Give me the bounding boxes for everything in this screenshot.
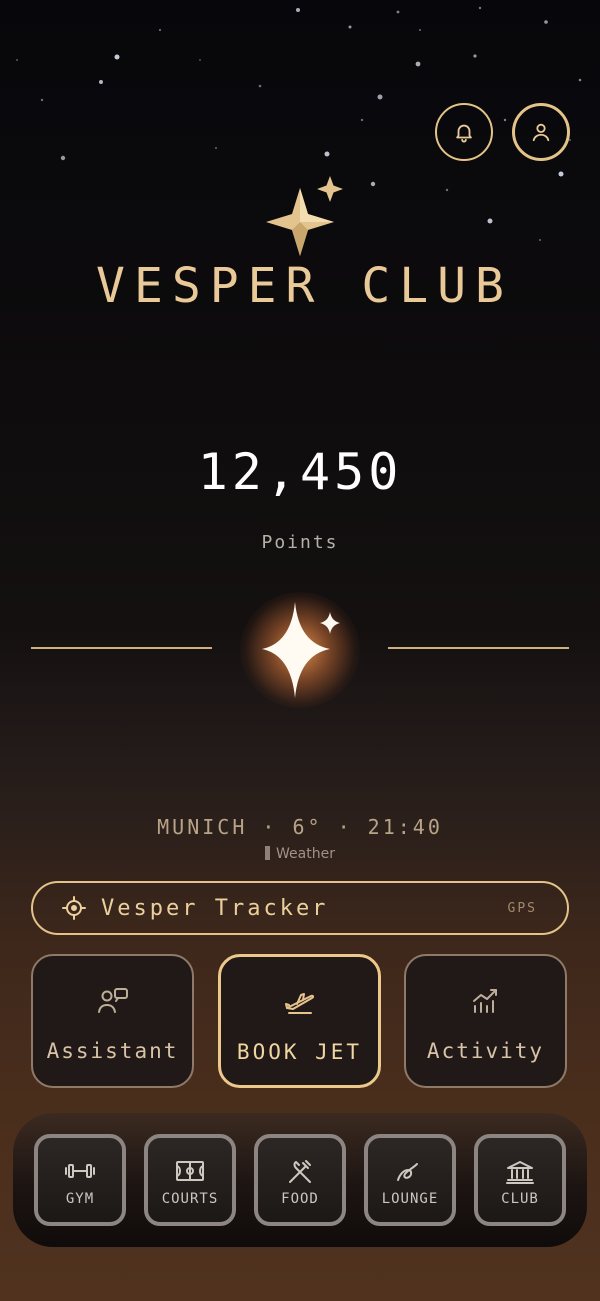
activity-label: Activity xyxy=(426,1039,545,1063)
tracker-label: Vesper Tracker xyxy=(101,895,329,921)
chat-people-icon xyxy=(97,988,128,1013)
crosshair-icon xyxy=(62,896,86,920)
lounge-icon xyxy=(397,1163,418,1181)
glowing-sparkle-icon xyxy=(262,602,340,698)
dock-lounge-button[interactable]: LOUNGE xyxy=(364,1134,456,1226)
dumbbell-icon xyxy=(65,1164,95,1178)
brand-title: VESPER CLUB xyxy=(96,258,513,314)
bell-icon xyxy=(456,124,472,143)
points-value: 12,450 xyxy=(197,443,403,501)
divider-right xyxy=(388,647,569,649)
profile-button[interactable] xyxy=(512,103,570,161)
location-weather-time: MUNICH · 6° · 21:40 xyxy=(157,815,443,839)
assistant-label: Assistant xyxy=(46,1039,179,1063)
points-label: Points xyxy=(261,532,339,553)
activity-card[interactable]: Activity xyxy=(404,954,567,1088)
weather-widget[interactable]: Weather xyxy=(0,846,600,862)
court-icon xyxy=(176,1161,204,1181)
dock-gym-button[interactable]: GYM xyxy=(34,1134,126,1226)
notifications-button[interactable] xyxy=(435,103,493,161)
sparkle-logo-icon xyxy=(266,176,343,256)
dock-club-label: CLUB xyxy=(501,1191,539,1207)
gps-badge: GPS xyxy=(507,901,537,916)
book-jet-card[interactable]: BOOK JET xyxy=(218,954,381,1088)
dock-courts-button[interactable]: COURTS xyxy=(144,1134,236,1226)
dock-lounge-label: LOUNGE xyxy=(381,1191,439,1207)
vesper-tracker-button[interactable]: Vesper Tracker GPS xyxy=(31,881,569,935)
plane-takeoff-icon xyxy=(284,993,314,1014)
divider-left xyxy=(31,647,212,649)
building-icon xyxy=(506,1161,534,1184)
dock-courts-label: COURTS xyxy=(161,1191,219,1207)
assistant-card[interactable]: Assistant xyxy=(31,954,194,1088)
dock-food-button[interactable]: FOOD xyxy=(254,1134,346,1226)
book-jet-label: BOOK JET xyxy=(236,1040,363,1064)
dock-food-label: FOOD xyxy=(281,1191,319,1207)
user-icon xyxy=(532,123,550,142)
weather-bar-icon xyxy=(265,846,271,860)
dock-club-button[interactable]: CLUB xyxy=(474,1134,566,1226)
dock-gym-label: GYM xyxy=(65,1191,95,1207)
utensils-icon xyxy=(289,1160,311,1183)
chart-trend-icon xyxy=(472,989,497,1013)
weather-label: Weather xyxy=(276,846,335,862)
